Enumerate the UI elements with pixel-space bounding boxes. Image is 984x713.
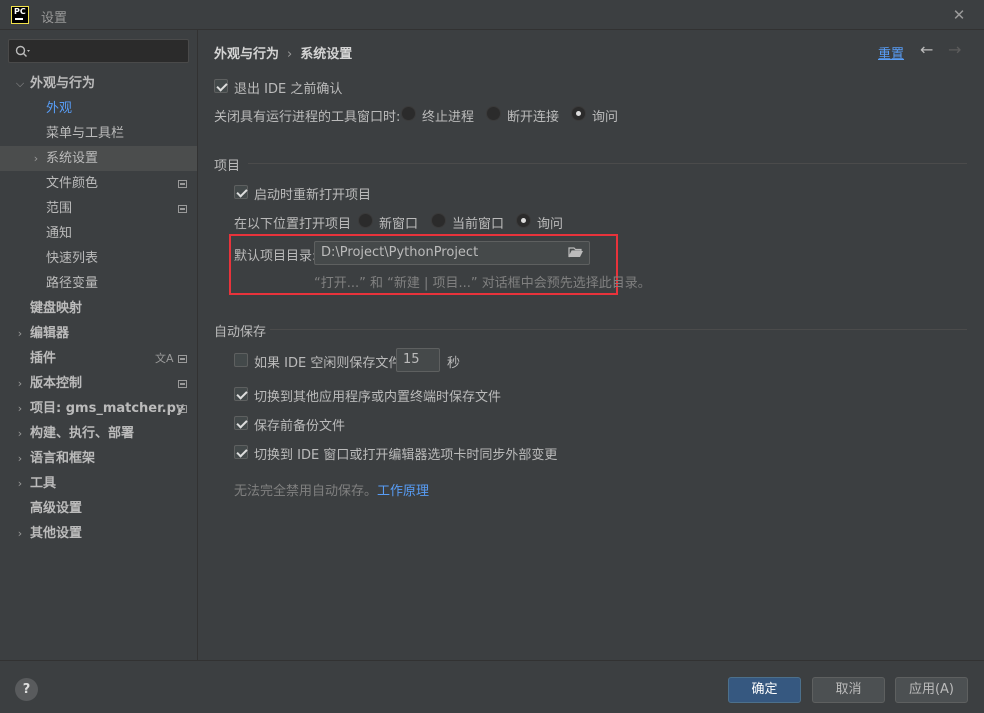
project-level-icon — [178, 355, 187, 363]
help-button[interactable]: ? — [15, 678, 38, 701]
sidebar-item-appearance[interactable]: 外观 — [0, 96, 197, 121]
close-tool-window-label: 关闭具有运行进程的工具窗口时: — [214, 110, 401, 125]
settings-content: 外观与行为 › 系统设置 重置 ← → 退出 IDE 之前确认 关闭具有运行进程的工… — [198, 30, 984, 660]
chevron-right-icon: › — [17, 427, 23, 440]
section-divider — [248, 163, 967, 164]
title-bar: PC 设置 ✕ — [0, 0, 984, 30]
seconds-unit-label: 秒 — [447, 356, 461, 371]
open-ask-radio[interactable] — [516, 213, 531, 228]
idle-save-checkbox[interactable] — [234, 353, 248, 367]
sidebar-item-menus-toolbars[interactable]: 菜单与工具栏 — [0, 121, 197, 146]
terminate-label: 终止进程 — [422, 110, 475, 125]
chevron-right-icon: › — [33, 152, 39, 165]
ok-button[interactable]: 确定 — [728, 677, 801, 703]
breadcrumb-current: 系统设置 — [300, 47, 353, 62]
new-window-label: 新窗口 — [379, 217, 419, 232]
open-ask-label: 询问 — [537, 217, 564, 232]
search-input[interactable] — [8, 39, 189, 63]
current-window-radio[interactable] — [431, 213, 446, 228]
disconnect-radio[interactable] — [486, 106, 501, 121]
sidebar-item-system-settings[interactable]: › 系统设置 — [0, 146, 197, 171]
sidebar-item-appearance-behavior[interactable]: ⌵ 外观与行为 — [0, 71, 197, 96]
backup-before-save-label: 保存前备份文件 — [254, 419, 346, 434]
translate-icon: 文A — [155, 352, 174, 365]
reopen-on-startup-checkbox[interactable] — [234, 185, 248, 199]
apply-button[interactable]: 应用(A) — [895, 677, 968, 703]
close-button[interactable]: ✕ — [946, 3, 972, 27]
sidebar-item-other-settings[interactable]: › 其他设置 — [0, 521, 197, 546]
pycharm-logo-icon: PC — [11, 6, 29, 24]
current-window-label: 当前窗口 — [452, 217, 505, 232]
sidebar-item-scopes[interactable]: 范围 — [0, 196, 197, 221]
sidebar-item-notifications[interactable]: 通知 — [0, 221, 197, 246]
disconnect-label: 断开连接 — [507, 110, 560, 125]
ask-radio[interactable] — [571, 106, 586, 121]
sidebar-item-project[interactable]: › 项目: gms_matcher.py — [0, 396, 197, 421]
backup-before-save-checkbox[interactable] — [234, 416, 248, 430]
autosave-section-title: 自动保存 — [214, 325, 267, 340]
default-dir-field[interactable]: D:\Project\PythonProject — [314, 241, 590, 265]
sidebar-item-path-variables[interactable]: 路径变量 — [0, 271, 197, 296]
sidebar-item-plugins[interactable]: 插件 文A — [0, 346, 197, 371]
chevron-right-icon: › — [17, 527, 23, 540]
sidebar-item-file-colors[interactable]: 文件颜色 — [0, 171, 197, 196]
breadcrumb-separator: › — [287, 47, 293, 62]
reset-link[interactable]: 重置 — [878, 43, 904, 62]
section-divider — [270, 329, 967, 330]
sidebar-item-languages-frameworks[interactable]: › 语言和框架 — [0, 446, 197, 471]
how-it-works-link[interactable]: 工作原理 — [377, 484, 429, 499]
confirm-exit-label: 退出 IDE 之前确认 — [234, 82, 343, 97]
autosave-note: 无法完全禁用自动保存。工作原理 — [234, 480, 429, 499]
default-dir-hint: “打开...” 和 “新建 | 项目...” 对话框中会预先选择此目录。 — [314, 276, 651, 291]
settings-sidebar: ⌵ 外观与行为 外观 菜单与工具栏 › 系统设置 文件颜色 范围 通知 快速列表… — [0, 30, 197, 660]
idle-save-label: 如果 IDE 空闲则保存文件 — [254, 356, 402, 371]
chevron-right-icon: › — [17, 327, 23, 340]
sidebar-item-build-execution-deployment[interactable]: › 构建、执行、部署 — [0, 421, 197, 446]
chevron-right-icon: › — [17, 452, 23, 465]
sidebar-item-quick-lists[interactable]: 快速列表 — [0, 246, 197, 271]
breadcrumb-parent: 外观与行为 — [214, 47, 280, 62]
cancel-button[interactable]: 取消 — [812, 677, 885, 703]
ask-label: 询问 — [592, 110, 619, 125]
folder-icon[interactable] — [568, 246, 584, 259]
switch-app-save-label: 切换到其他应用程序或内置终端时保存文件 — [254, 390, 502, 405]
forward-arrow-icon[interactable]: → — [948, 40, 961, 59]
new-window-radio[interactable] — [358, 213, 373, 228]
default-dir-label: 默认项目目录: — [234, 249, 317, 264]
terminate-radio[interactable] — [401, 106, 416, 121]
chevron-right-icon: › — [17, 477, 23, 490]
sidebar-item-version-control[interactable]: › 版本控制 — [0, 371, 197, 396]
chevron-down-icon: ⌵ — [15, 77, 25, 90]
breadcrumb: 外观与行为 › 系统设置 — [214, 43, 352, 62]
confirm-exit-checkbox[interactable] — [214, 79, 228, 93]
autosave-note-text: 无法完全禁用自动保存。 — [234, 484, 378, 499]
sidebar-item-tools[interactable]: › 工具 — [0, 471, 197, 496]
reopen-on-startup-label: 启动时重新打开项目 — [254, 188, 372, 203]
project-level-icon — [178, 180, 187, 188]
sidebar-item-advanced-settings[interactable]: 高级设置 — [0, 496, 197, 521]
chevron-right-icon: › — [17, 402, 23, 415]
back-arrow-icon[interactable]: ← — [920, 40, 933, 59]
open-location-label: 在以下位置打开项目 — [234, 217, 352, 232]
project-level-icon — [178, 405, 187, 413]
project-section-title: 项目 — [214, 159, 241, 174]
project-level-icon — [178, 380, 187, 388]
search-icon — [15, 45, 30, 57]
window-title: 设置 — [41, 11, 68, 26]
dialog-footer: ? 确定 取消 应用(A) — [0, 660, 984, 713]
switch-app-save-checkbox[interactable] — [234, 387, 248, 401]
chevron-right-icon: › — [17, 377, 23, 390]
sidebar-item-keymap[interactable]: 键盘映射 — [0, 296, 197, 321]
sync-external-checkbox[interactable] — [234, 445, 248, 459]
project-level-icon — [178, 205, 187, 213]
sidebar-item-editor[interactable]: › 编辑器 — [0, 321, 197, 346]
sync-external-label: 切换到 IDE 窗口或打开编辑器选项卡时同步外部变更 — [254, 448, 558, 463]
idle-seconds-input[interactable]: 15 — [396, 348, 440, 372]
